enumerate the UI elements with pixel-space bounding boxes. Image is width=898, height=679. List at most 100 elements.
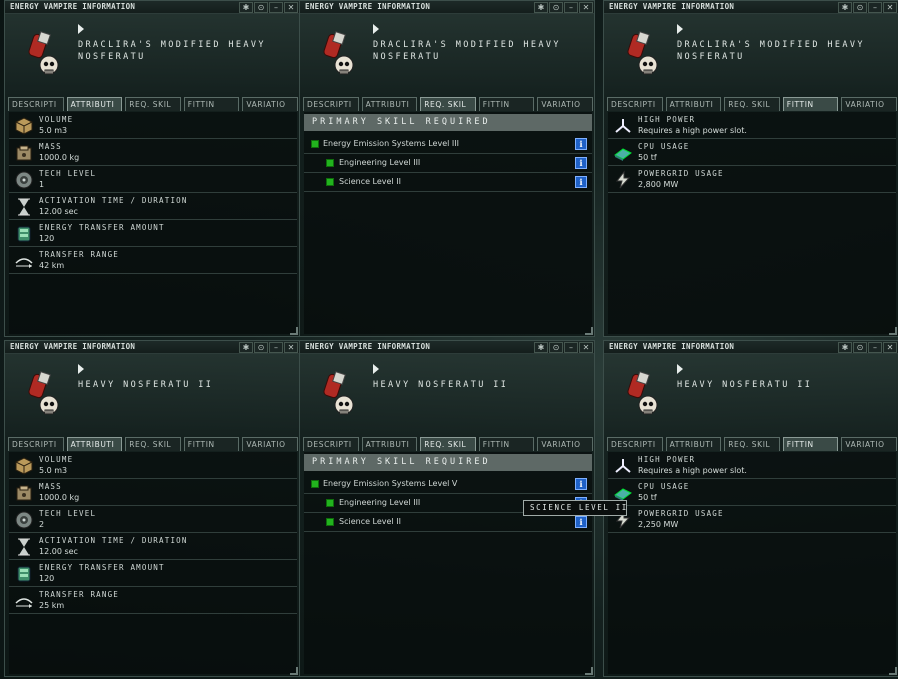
tech-disc-icon bbox=[14, 510, 34, 530]
tab-fittin[interactable]: FITTIN bbox=[478, 97, 535, 111]
menu-button[interactable]: ⊙ bbox=[853, 2, 867, 13]
menu-button[interactable]: ⊙ bbox=[549, 342, 563, 353]
item-header: DRACLIRA'S MODIFIED HEAVY NOSFERATU bbox=[5, 15, 299, 97]
tab-attributi[interactable]: ATTRIBUTI bbox=[361, 97, 418, 111]
tab-descripti[interactable]: DESCRIPTI bbox=[8, 97, 64, 111]
menu-button[interactable]: ⊙ bbox=[254, 342, 268, 353]
info-icon[interactable]: i bbox=[575, 516, 587, 528]
tab-variatio[interactable]: VARIATIO bbox=[537, 437, 593, 451]
tab-descripti[interactable]: DESCRIPTI bbox=[8, 437, 64, 451]
tab-reqskil[interactable]: REQ. SKIL bbox=[125, 437, 181, 451]
resize-handle-icon[interactable] bbox=[889, 667, 897, 675]
expand-arrow-icon[interactable] bbox=[78, 364, 84, 374]
minimize-button[interactable]: – bbox=[564, 2, 578, 13]
info-icon[interactable]: i bbox=[575, 157, 587, 169]
attribute-label: TRANSFER RANGE bbox=[39, 250, 120, 259]
attribute-label: TECH LEVEL bbox=[39, 169, 97, 178]
info-icon[interactable]: i bbox=[575, 176, 587, 188]
minimize-button[interactable]: – bbox=[868, 2, 882, 13]
skill-row[interactable]: Science Level II i bbox=[304, 173, 592, 192]
resize-handle-icon[interactable] bbox=[889, 327, 897, 335]
tab-reqskil[interactable]: REQ. SKIL bbox=[724, 437, 780, 451]
info-icon[interactable]: i bbox=[575, 138, 587, 150]
close-button[interactable]: ✕ bbox=[579, 2, 593, 13]
tab-reqskil[interactable]: REQ. SKIL bbox=[724, 97, 780, 111]
skill-row[interactable]: Energy Emission Systems Level III i bbox=[304, 135, 592, 154]
tab-fittin[interactable]: FITTIN bbox=[183, 437, 240, 451]
attribute-value: Requires a high power slot. bbox=[638, 126, 747, 135]
expand-arrow-icon[interactable] bbox=[373, 24, 379, 34]
close-button[interactable]: ✕ bbox=[284, 2, 298, 13]
tab-fittin[interactable]: FITTIN bbox=[782, 97, 839, 111]
tab-attributi[interactable]: ATTRIBUTI bbox=[361, 437, 418, 451]
window-titlebar[interactable]: ENERGY VAMPIRE INFORMATION ✱ ⊙ – ✕ bbox=[5, 1, 299, 14]
tab-descripti[interactable]: DESCRIPTI bbox=[303, 437, 359, 451]
hourglass-icon bbox=[14, 197, 34, 217]
item-header: DRACLIRA'S MODIFIED HEAVY NOSFERATU bbox=[300, 15, 594, 97]
expand-arrow-icon[interactable] bbox=[677, 364, 683, 374]
window-titlebar[interactable]: ENERGY VAMPIRE INFORMATION ✱ ⊙ – ✕ bbox=[300, 341, 594, 354]
tab-attributi[interactable]: ATTRIBUTI bbox=[66, 97, 123, 111]
tab-variatio[interactable]: VARIATIO bbox=[242, 437, 298, 451]
menu-button[interactable]: ⊙ bbox=[254, 2, 268, 13]
info-window: ENERGY VAMPIRE INFORMATION ✱ ⊙ – ✕ DRACLIRA'S… bbox=[4, 0, 300, 337]
minimize-button[interactable]: – bbox=[564, 342, 578, 353]
pin-button[interactable]: ✱ bbox=[239, 342, 253, 353]
minimize-button[interactable]: – bbox=[269, 342, 283, 353]
tab-variatio[interactable]: VARIATIO bbox=[537, 97, 593, 111]
tab-descripti[interactable]: DESCRIPTI bbox=[607, 97, 663, 111]
tab-descripti[interactable]: DESCRIPTI bbox=[607, 437, 663, 451]
tab-descripti[interactable]: DESCRIPTI bbox=[303, 97, 359, 111]
info-icon[interactable]: i bbox=[575, 478, 587, 490]
tab-fittin[interactable]: FITTIN bbox=[183, 97, 240, 111]
pin-button[interactable]: ✱ bbox=[838, 342, 852, 353]
tab-variatio[interactable]: VARIATIO bbox=[841, 97, 897, 111]
pin-button[interactable]: ✱ bbox=[534, 342, 548, 353]
tab-variatio[interactable]: VARIATIO bbox=[841, 437, 897, 451]
attribute-row: TECH LEVEL 2 bbox=[9, 506, 297, 533]
expand-arrow-icon[interactable] bbox=[677, 24, 683, 34]
tab-attributi[interactable]: ATTRIBUTI bbox=[665, 97, 722, 111]
window-titlebar[interactable]: ENERGY VAMPIRE INFORMATION ✱ ⊙ – ✕ bbox=[604, 341, 898, 354]
menu-button[interactable]: ⊙ bbox=[853, 342, 867, 353]
tab-fittin[interactable]: FITTIN bbox=[478, 437, 535, 451]
pin-button[interactable]: ✱ bbox=[838, 2, 852, 13]
close-button[interactable]: ✕ bbox=[579, 342, 593, 353]
skill-tooltip: SCIENCE LEVEL II bbox=[523, 500, 627, 516]
resize-handle-icon[interactable] bbox=[585, 327, 593, 335]
window-controls: ✱ ⊙ – ✕ bbox=[838, 2, 897, 13]
tab-variatio[interactable]: VARIATIO bbox=[242, 97, 298, 111]
tab-bar: DESCRIPTI ATTRIBUTI REQ. SKIL FITTIN VARIATI… bbox=[303, 97, 593, 111]
tab-attributi[interactable]: ATTRIBUTI bbox=[665, 437, 722, 451]
skill-trained-indicator-icon bbox=[326, 159, 334, 167]
tab-bar: DESCRIPTI ATTRIBUTI REQ. SKIL FITTIN VARIATI… bbox=[607, 97, 897, 111]
window-titlebar[interactable]: ENERGY VAMPIRE INFORMATION ✱ ⊙ – ✕ bbox=[604, 1, 898, 14]
close-button[interactable]: ✕ bbox=[284, 342, 298, 353]
menu-button[interactable]: ⊙ bbox=[549, 2, 563, 13]
minimize-button[interactable]: – bbox=[868, 342, 882, 353]
close-button[interactable]: ✕ bbox=[883, 2, 897, 13]
window-titlebar[interactable]: ENERGY VAMPIRE INFORMATION ✱ ⊙ – ✕ bbox=[300, 1, 594, 14]
pin-button[interactable]: ✱ bbox=[534, 2, 548, 13]
expand-arrow-icon[interactable] bbox=[373, 364, 379, 374]
tab-reqskil[interactable]: REQ. SKIL bbox=[420, 97, 476, 111]
skill-row[interactable]: Engineering Level III i bbox=[304, 154, 592, 173]
window-titlebar[interactable]: ENERGY VAMPIRE INFORMATION ✱ ⊙ – ✕ bbox=[5, 341, 299, 354]
expand-arrow-icon[interactable] bbox=[78, 24, 84, 34]
resize-handle-icon[interactable] bbox=[290, 327, 298, 335]
item-name: DRACLIRA'S MODIFIED HEAVY NOSFERATU bbox=[78, 40, 266, 62]
resize-handle-icon[interactable] bbox=[585, 667, 593, 675]
tab-reqskil[interactable]: REQ. SKIL bbox=[420, 437, 476, 451]
skill-row[interactable]: Energy Emission Systems Level V i bbox=[304, 475, 592, 494]
close-button[interactable]: ✕ bbox=[883, 342, 897, 353]
resize-handle-icon[interactable] bbox=[290, 667, 298, 675]
attribute-label: POWERGRID USAGE bbox=[638, 169, 724, 178]
minimize-button[interactable]: – bbox=[269, 2, 283, 13]
attribute-row: VOLUME 5.0 m3 bbox=[9, 112, 297, 139]
tab-reqskil[interactable]: REQ. SKIL bbox=[125, 97, 181, 111]
primary-skill-header: PRIMARY SKILL REQUIRED bbox=[304, 114, 592, 131]
tab-attributi[interactable]: ATTRIBUTI bbox=[66, 437, 123, 451]
tab-fittin[interactable]: FITTIN bbox=[782, 437, 839, 451]
pin-button[interactable]: ✱ bbox=[239, 2, 253, 13]
attribute-row: TRANSFER RANGE 25 km bbox=[9, 587, 297, 614]
